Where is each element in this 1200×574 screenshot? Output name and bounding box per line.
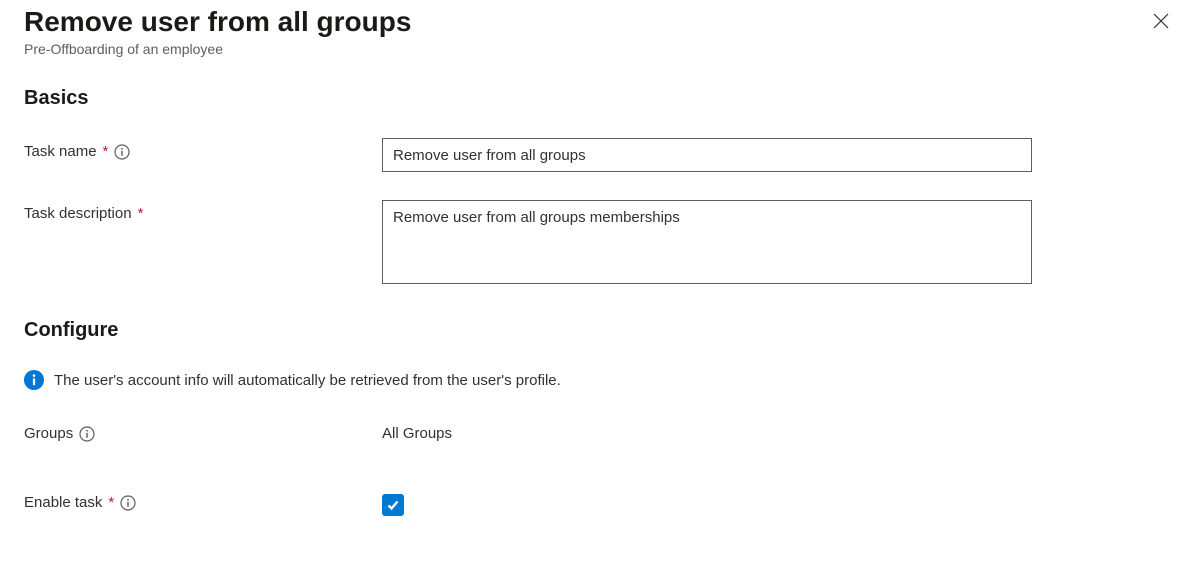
close-icon: [1152, 12, 1170, 33]
info-icon[interactable]: [79, 426, 95, 442]
required-asterisk: *: [138, 205, 144, 222]
info-banner-text: The user's account info will automatical…: [54, 372, 561, 389]
close-button[interactable]: [1146, 6, 1176, 39]
task-name-label: Task name *: [24, 138, 382, 160]
task-description-label: Task description *: [24, 200, 382, 222]
task-description-label-text: Task description: [24, 205, 132, 222]
groups-label: Groups: [24, 420, 382, 442]
page-subtitle: Pre-Offboarding of an employee: [24, 41, 411, 57]
groups-label-text: Groups: [24, 425, 73, 442]
task-name-label-text: Task name: [24, 143, 97, 160]
info-icon: [24, 370, 44, 390]
task-description-input[interactable]: [382, 200, 1032, 284]
task-name-input[interactable]: [382, 138, 1032, 172]
section-basics-heading: Basics: [24, 87, 1176, 110]
groups-value: All Groups: [382, 420, 452, 442]
info-icon[interactable]: [120, 495, 136, 511]
enable-task-label: Enable task *: [24, 492, 382, 511]
enable-task-checkbox[interactable]: [382, 494, 404, 516]
enable-task-label-text: Enable task: [24, 494, 102, 511]
info-icon[interactable]: [114, 144, 130, 160]
required-asterisk: *: [103, 143, 109, 160]
section-configure-heading: Configure: [24, 319, 1176, 342]
required-asterisk: *: [108, 494, 114, 511]
page-title: Remove user from all groups: [24, 4, 411, 39]
